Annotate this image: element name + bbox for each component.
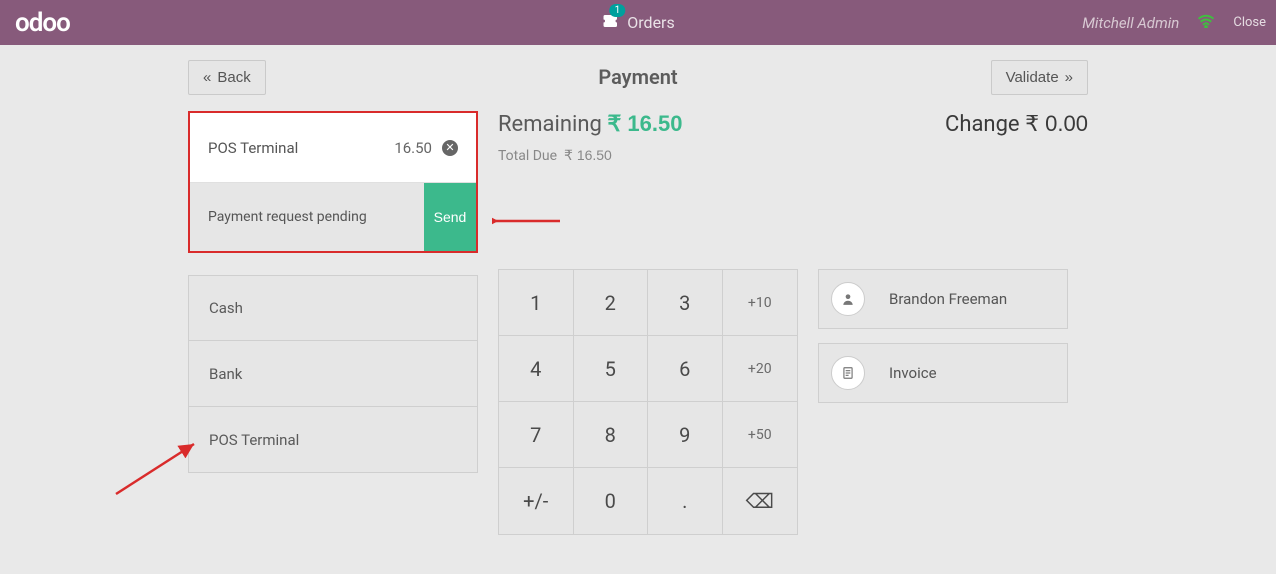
- user-icon: [831, 282, 865, 316]
- total-due: Total Due ₹ 16.50: [498, 147, 1088, 164]
- customer-name: Brandon Freeman: [889, 290, 1007, 308]
- payment-line-amount: 16.50: [394, 139, 432, 157]
- send-button[interactable]: Send: [424, 183, 476, 251]
- orders-button[interactable]: 1 Orders: [601, 12, 674, 34]
- validate-button[interactable]: Validate »: [991, 60, 1088, 95]
- key-dot[interactable]: .: [648, 468, 723, 534]
- key-3[interactable]: 3: [648, 270, 723, 336]
- key-9[interactable]: 9: [648, 402, 723, 468]
- active-payment-box: POS Terminal 16.50 ✕ Payment request pen…: [188, 111, 478, 253]
- customer-button[interactable]: Brandon Freeman: [818, 269, 1068, 329]
- key-plus50[interactable]: +50: [723, 402, 798, 468]
- remove-line-icon[interactable]: ✕: [442, 140, 458, 156]
- invoice-label: Invoice: [889, 364, 937, 382]
- key-6[interactable]: 6: [648, 336, 723, 402]
- key-plus20[interactable]: +20: [723, 336, 798, 402]
- key-0[interactable]: 0: [574, 468, 649, 534]
- wifi-icon: [1197, 13, 1215, 32]
- key-2[interactable]: 2: [574, 270, 649, 336]
- chevron-left-icon: «: [203, 69, 211, 86]
- change: Change ₹ 0.00: [945, 111, 1088, 137]
- keypad: 1 2 3 +10 4 5 6 +20 7 8 9 +50 +/- 0 . ⌫: [498, 269, 798, 535]
- chevron-right-icon: »: [1065, 69, 1073, 86]
- back-label: Back: [217, 69, 250, 86]
- key-sign[interactable]: +/-: [499, 468, 574, 534]
- validate-label: Validate: [1006, 69, 1059, 86]
- change-label: Change: [945, 112, 1020, 137]
- orders-label: Orders: [627, 13, 674, 32]
- payment-method-pos-terminal[interactable]: POS Terminal: [188, 407, 478, 473]
- invoice-button[interactable]: Invoice: [818, 343, 1068, 403]
- topbar: odoo 1 Orders Mitchell Admin Close: [0, 0, 1276, 45]
- change-value: ₹ 0.00: [1025, 111, 1088, 136]
- invoice-icon: [831, 356, 865, 390]
- pending-message: Payment request pending: [190, 183, 424, 251]
- total-due-value: ₹ 16.50: [564, 147, 612, 163]
- key-plus10[interactable]: +10: [723, 270, 798, 336]
- orders-count-badge: 1: [610, 4, 626, 17]
- remaining-value: ₹ 16.50: [607, 111, 682, 136]
- total-due-label: Total Due: [498, 148, 557, 164]
- payment-line-method: POS Terminal: [208, 139, 298, 157]
- key-8[interactable]: 8: [574, 402, 649, 468]
- payment-method-bank[interactable]: Bank: [188, 341, 478, 407]
- payment-method-cash[interactable]: Cash: [188, 275, 478, 341]
- logo: odoo: [0, 8, 85, 38]
- remaining: Remaining ₹ 16.50: [498, 111, 682, 137]
- payment-methods: Cash Bank POS Terminal: [188, 275, 478, 473]
- key-backspace[interactable]: ⌫: [723, 468, 798, 534]
- key-1[interactable]: 1: [499, 270, 574, 336]
- page-title: Payment: [598, 65, 677, 89]
- username[interactable]: Mitchell Admin: [1082, 14, 1179, 32]
- close-button[interactable]: Close: [1233, 15, 1266, 30]
- key-4[interactable]: 4: [499, 336, 574, 402]
- remaining-label: Remaining: [498, 112, 602, 137]
- back-button[interactable]: « Back: [188, 60, 266, 95]
- key-5[interactable]: 5: [574, 336, 649, 402]
- key-7[interactable]: 7: [499, 402, 574, 468]
- payment-line[interactable]: POS Terminal 16.50 ✕: [190, 113, 476, 183]
- ticket-icon: 1: [601, 12, 619, 34]
